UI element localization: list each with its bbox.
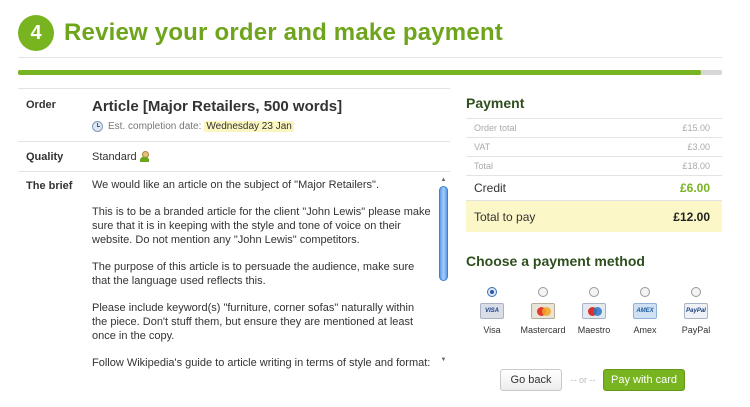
mastercard-radio[interactable] [538,287,548,297]
summary-amount: £15.00 [682,123,710,133]
payment-method-options: VISA Visa Mastercard Maestro AMEX Amex P… [466,287,722,335]
method-paypal[interactable]: PayPal PayPal [672,287,720,335]
est-completion-date: Wednesday 23 Jan [204,121,294,132]
person-icon [139,151,149,162]
brief-row: The brief We would like an article on th… [18,172,450,372]
amex-card-icon[interactable]: AMEX [633,303,657,319]
scroll-up-arrow-icon[interactable]: ▲ [439,176,448,184]
credit-label: Credit [474,181,507,195]
brief-paragraph: We would like an article on the subject … [92,179,380,191]
brief-paragraph: Follow Wikipedia's guide to article writ… [92,357,431,372]
total-to-pay-label: Total to pay [474,209,536,224]
method-mastercard[interactable]: Mastercard [519,287,567,335]
go-back-button[interactable]: Go back [500,369,562,391]
progress-bar-fill [18,70,701,75]
or-separator: -- or -- [570,375,596,385]
quality-value: Standard [92,150,137,163]
page-title: Review your order and make payment [64,19,503,46]
maestro-card-icon[interactable] [582,303,606,319]
order-title: Article [Major Retailers, 500 words] [92,98,343,115]
summary-label: Total [474,161,494,171]
payment-panel: Payment Order total £15.00 VAT £3.00 Tot… [466,88,722,335]
pay-with-card-button[interactable]: Pay with card [603,369,685,391]
est-completion-label: Est. completion date: [108,121,202,132]
visa-radio[interactable] [487,287,497,297]
credit-amount: £6.00 [679,181,710,195]
method-visa[interactable]: VISA Visa [468,287,516,335]
order-details: Order Article [Major Retailers, 500 word… [18,88,450,372]
total-to-pay-amount: £12.00 [673,209,710,224]
maestro-radio[interactable] [589,287,599,297]
method-name: Maestro [577,325,611,335]
paypal-radio[interactable] [691,287,701,297]
method-name: Mastercard [520,325,566,335]
paypal-card-icon[interactable]: PayPal [684,303,708,319]
scroll-down-arrow-icon[interactable]: ▼ [439,356,448,364]
summary-amount: £18.00 [682,161,710,171]
brief-text: We would like an article on the subject … [92,172,450,372]
progress-bar [18,70,722,75]
est-completion: Est. completion date: Wednesday 23 Jan [92,121,342,132]
payment-heading: Payment [466,95,525,111]
order-info: Article [Major Retailers, 500 words] Est… [92,89,342,141]
method-name: Amex [633,325,657,335]
brief-paragraph: The purpose of this article is to persua… [92,261,415,287]
method-amex[interactable]: AMEX Amex [621,287,669,335]
amex-radio[interactable] [640,287,650,297]
total-row: Total £18.00 [466,157,722,176]
quality-row: Quality Standard [18,142,450,172]
visa-card-icon[interactable]: VISA [480,303,504,319]
method-name: Visa [483,325,501,335]
form-actions: Go back -- or -- Pay with card [500,369,722,391]
quality-value-wrap: Standard [92,151,149,163]
mastercard-card-icon[interactable] [531,303,555,319]
credit-row: Credit £6.00 [466,176,722,201]
step-number-badge: 4 [18,15,54,51]
total-to-pay-row: Total to pay £12.00 [466,201,722,232]
brief-paragraph: This is to be a branded article for the … [92,206,431,246]
summary-amount: £3.00 [687,142,710,152]
quality-label: Quality [26,150,64,163]
order-total-row: Order total £15.00 [466,119,722,138]
divider [18,57,722,58]
brief-scrollbar[interactable]: ▲ ▼ [439,176,448,364]
clock-icon [92,121,103,132]
page-header: 4 Review your order and make payment [18,13,503,53]
order-label: Order [26,99,56,111]
payment-summary: Order total £15.00 VAT £3.00 Total £18.0… [466,118,722,232]
payment-method-heading: Choose a payment method [466,253,645,269]
summary-label: Order total [474,123,517,133]
order-row: Order Article [Major Retailers, 500 word… [18,88,450,142]
brief-scroll-area[interactable]: We would like an article on the subject … [92,172,450,372]
method-name: PayPal [681,325,711,335]
brief-label: The brief [26,180,73,192]
brief-paragraph: Please include keyword(s) "furniture, co… [92,302,415,342]
scrollbar-thumb[interactable] [439,186,448,281]
vat-row: VAT £3.00 [466,138,722,157]
summary-label: VAT [474,142,491,152]
method-maestro[interactable]: Maestro [570,287,618,335]
